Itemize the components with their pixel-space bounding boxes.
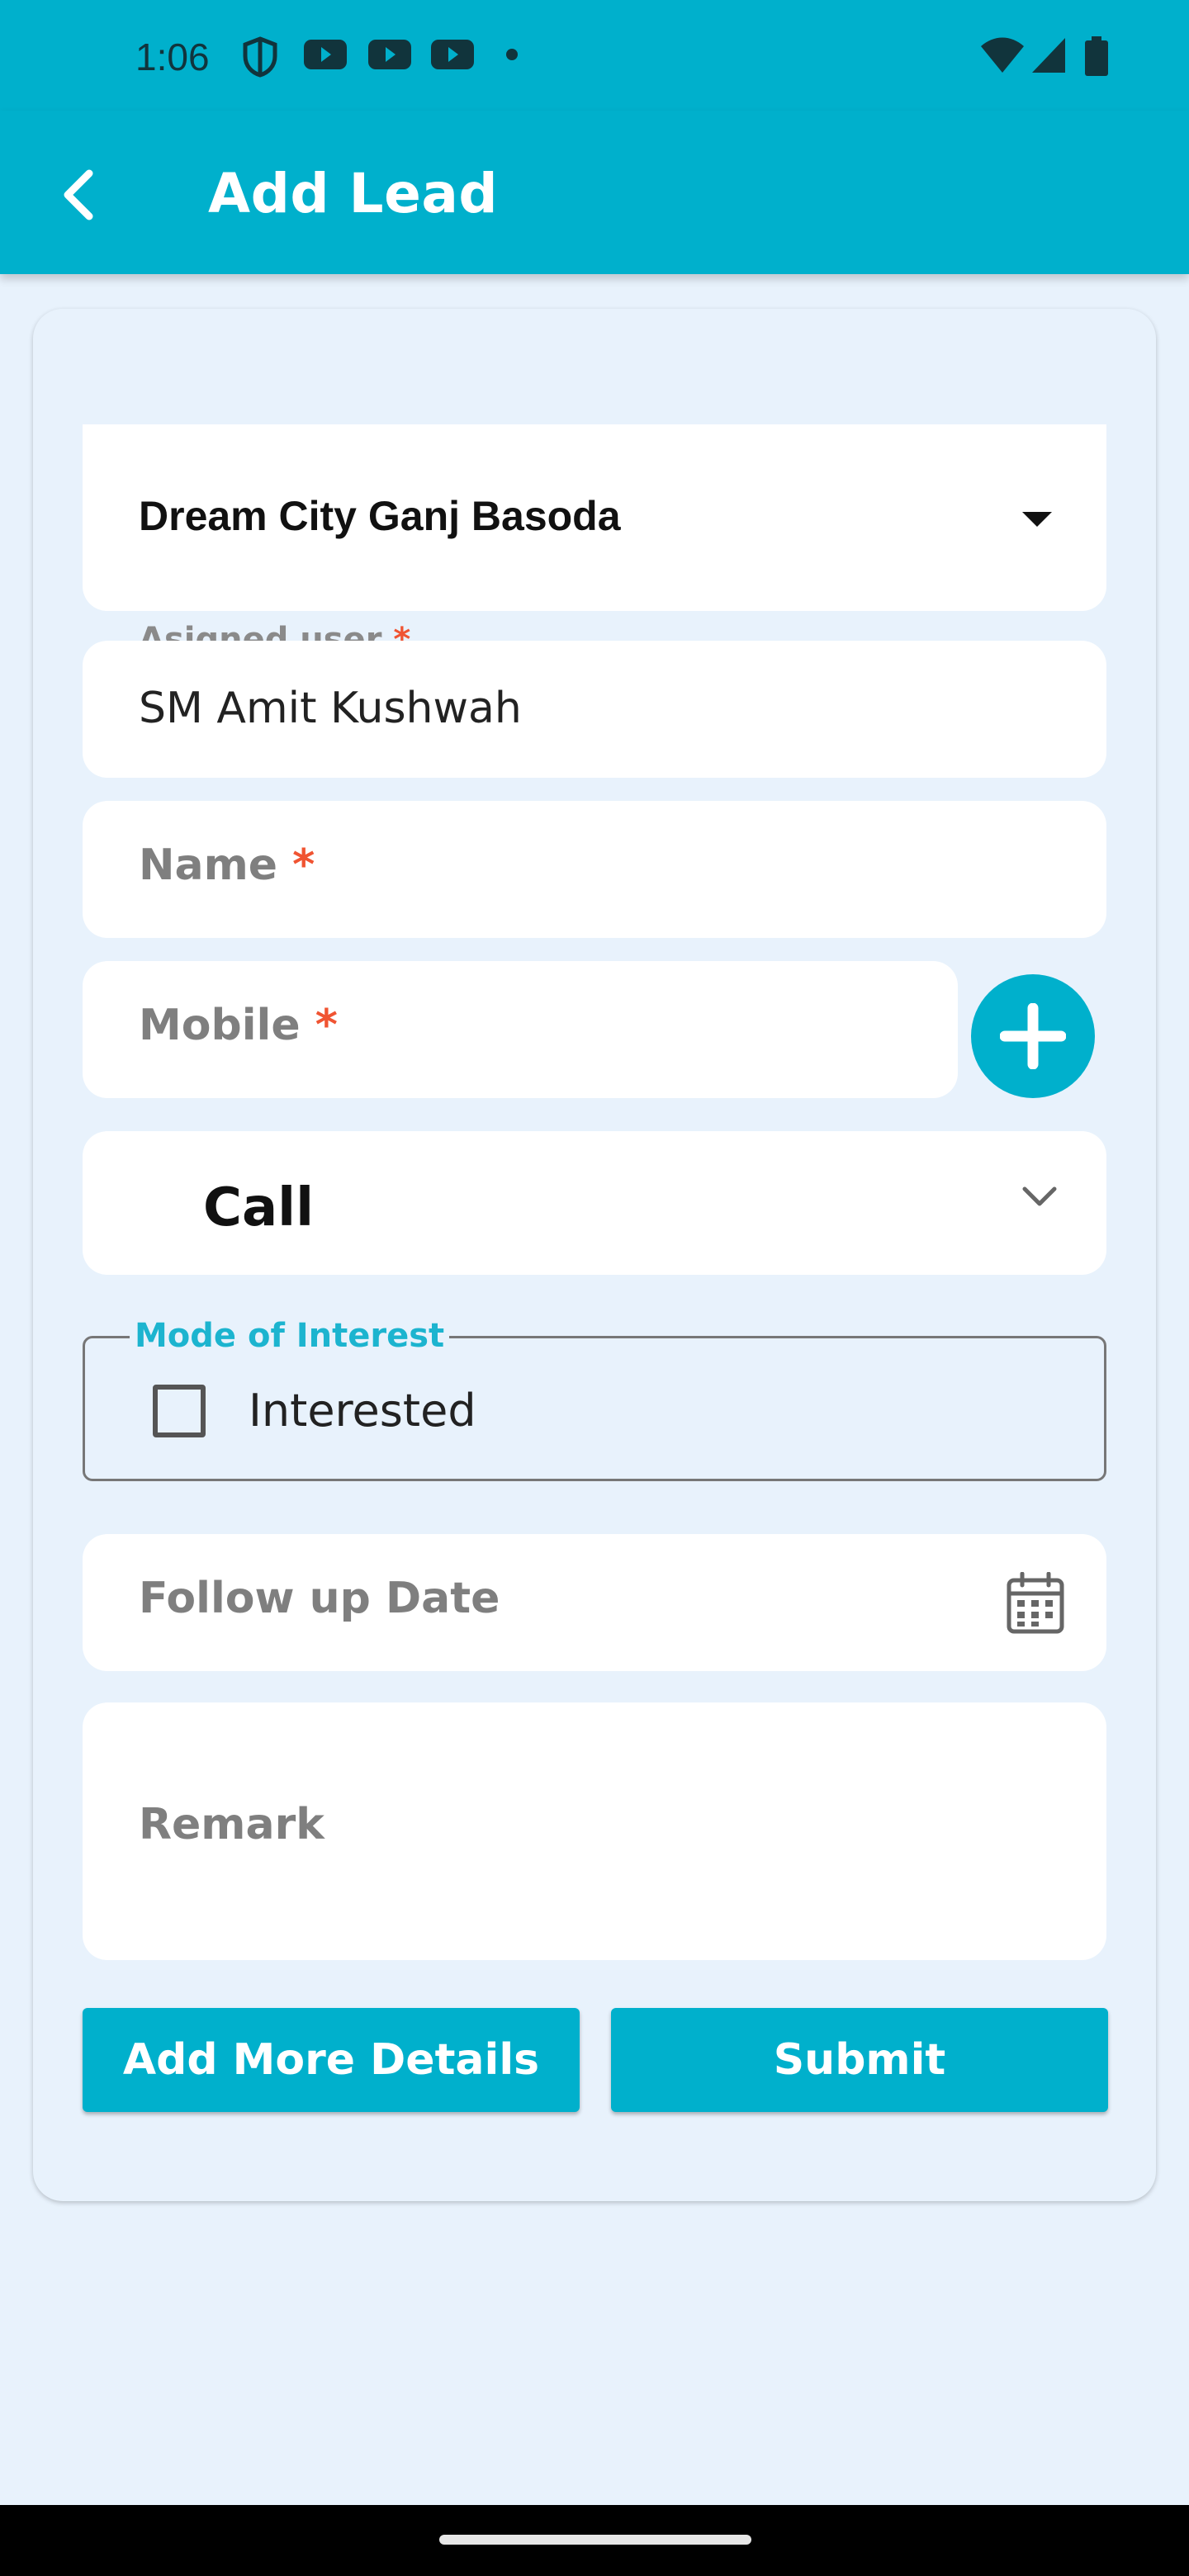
mobile-placeholder: Mobile * [139,1001,338,1050]
dropdown-triangle-icon [1022,512,1052,527]
battery-icon [1085,36,1108,76]
interested-checkbox[interactable] [153,1385,206,1437]
status-bar: 1:06 [0,0,1189,111]
add-more-details-button[interactable]: Add More Details [83,2008,580,2112]
signal-icon [1032,38,1065,73]
interested-label[interactable]: Interested [249,1385,476,1437]
submit-button[interactable]: Submit [611,2008,1108,2112]
required-mark: * [292,841,315,890]
arrow-back-icon[interactable] [50,162,116,228]
required-mark: * [315,1001,338,1050]
assigned-user-field[interactable]: SM Amit Kushwah [83,641,1106,778]
calendar-icon[interactable] [1006,1572,1065,1635]
wifi-icon [981,37,1024,73]
shield-icon [243,36,277,78]
youtube-icon [304,40,347,69]
follow-up-date-input[interactable]: Follow up Date [83,1534,1106,1671]
youtube-icon [368,40,411,69]
mobile-input[interactable]: Mobile * [83,961,958,1098]
mode-of-interest-group: Mode of Interest Interested [83,1317,1106,1481]
add-mobile-button[interactable] [971,974,1095,1098]
assigned-user-value: SM Amit Kushwah [139,684,522,733]
mode-of-interest-legend: Mode of Interest [130,1317,450,1355]
project-select-value: Dream City Ganj Basoda [139,493,621,539]
mode-select-value: Call [203,1177,315,1238]
home-gesture-handle[interactable] [439,2535,751,2545]
plus-icon [1000,1003,1066,1069]
mode-select[interactable]: Call [83,1131,1106,1275]
remark-placeholder: Remark [139,1800,324,1849]
status-time: 1:06 [135,36,210,78]
dot-icon [506,49,518,60]
youtube-icon [431,40,474,69]
remark-textarea[interactable]: Remark [83,1702,1106,1960]
mobile-placeholder-text: Mobile [139,1001,301,1050]
name-placeholder: Name * [139,841,315,890]
project-select[interactable]: Dream City Ganj Basoda [83,424,1106,611]
app-bar: Add Lead [0,111,1189,274]
navigation-bar [0,2505,1189,2576]
name-input[interactable]: Name * [83,801,1106,938]
follow-up-date-placeholder: Follow up Date [139,1574,500,1623]
chevron-down-icon [1022,1186,1057,1206]
name-placeholder-text: Name [139,841,278,890]
page-title: Add Lead [208,162,499,225]
